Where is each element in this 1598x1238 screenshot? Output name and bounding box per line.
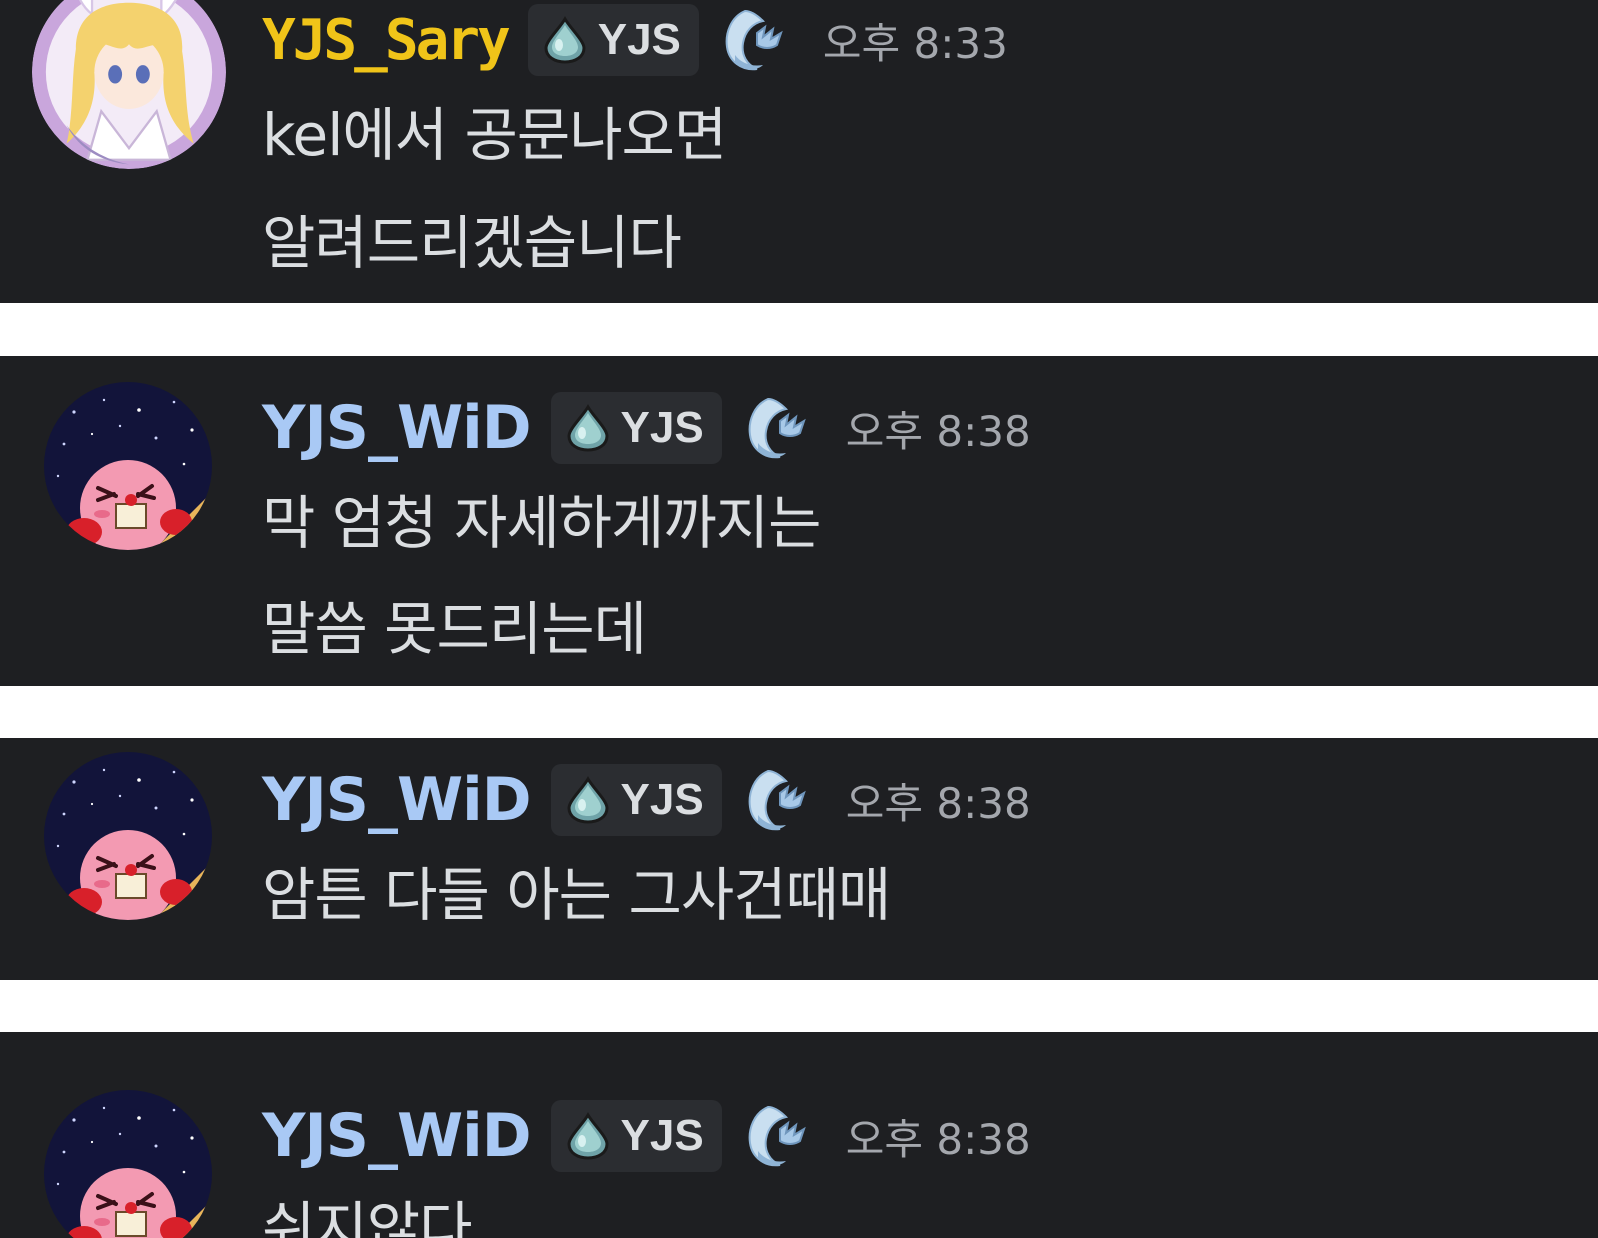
wave-icon[interactable] bbox=[717, 5, 787, 75]
message-header: YJS_Sary YJS 오후 8:33 bbox=[262, 0, 1008, 80]
avatar-image bbox=[32, 0, 226, 169]
avatar[interactable] bbox=[44, 752, 212, 920]
timestamp[interactable]: 오후 8:33 bbox=[823, 10, 1008, 71]
message-text: 막 엄청 자세하게까지는 bbox=[262, 489, 821, 557]
message-text: 말씀 못드리는데 bbox=[262, 595, 647, 663]
server-tag[interactable]: YJS bbox=[550, 1100, 722, 1172]
message-header: YJS_WiD YJS 오후 8:38 bbox=[262, 760, 1031, 840]
username[interactable]: YJS_WiD bbox=[262, 765, 532, 835]
username[interactable]: YJS_WiD bbox=[262, 393, 532, 463]
water-drop-icon bbox=[563, 403, 613, 453]
message-text: 암튼 다들 아는 그사건때매 bbox=[262, 861, 891, 929]
avatar[interactable] bbox=[44, 382, 212, 550]
avatar-image bbox=[44, 1090, 212, 1238]
wave-icon[interactable] bbox=[740, 765, 810, 835]
avatar-image bbox=[44, 382, 212, 550]
message-header: YJS_WiD YJS 오후 8:38 bbox=[262, 1096, 1031, 1176]
message-text: 쉬지않다 bbox=[262, 1195, 472, 1238]
server-tag-label: YJS bbox=[620, 403, 704, 452]
avatar[interactable] bbox=[44, 1090, 212, 1238]
message-block: YJS_Sary YJS 오후 8:33 kel에서 공문나오면 알려드리겠습니… bbox=[0, 0, 1598, 303]
message-header: YJS_WiD YJS 오후 8:38 bbox=[262, 388, 1031, 468]
avatar[interactable] bbox=[32, 0, 226, 169]
server-tag[interactable]: YJS bbox=[550, 764, 722, 836]
timestamp[interactable]: 오후 8:38 bbox=[846, 770, 1031, 831]
water-drop-icon bbox=[563, 775, 613, 825]
server-tag[interactable]: YJS bbox=[550, 392, 722, 464]
wave-icon[interactable] bbox=[740, 393, 810, 463]
message-block: YJS_WiD YJS 오후 8:38 쉬지않다 bbox=[0, 1032, 1598, 1238]
username[interactable]: YJS_WiD bbox=[262, 1101, 532, 1171]
message-text: kel에서 공문나오면 bbox=[262, 101, 727, 169]
water-drop-icon bbox=[563, 1111, 613, 1161]
message-block: YJS_WiD YJS 오후 8:38 암튼 다들 아는 그사건때매 bbox=[0, 738, 1598, 980]
server-tag-label: YJS bbox=[597, 15, 681, 64]
server-tag[interactable]: YJS bbox=[527, 4, 699, 76]
timestamp[interactable]: 오후 8:38 bbox=[846, 1106, 1031, 1167]
server-tag-label: YJS bbox=[620, 1111, 704, 1160]
message-block: YJS_WiD YJS 오후 8:38 막 엄청 자세하게까지는 말씀 못드리는… bbox=[0, 356, 1598, 686]
water-drop-icon bbox=[540, 15, 590, 65]
avatar-image bbox=[44, 752, 212, 920]
server-tag-label: YJS bbox=[620, 775, 704, 824]
timestamp[interactable]: 오후 8:38 bbox=[846, 398, 1031, 459]
message-text: 알려드리겠습니다 bbox=[262, 209, 682, 277]
wave-icon[interactable] bbox=[740, 1101, 810, 1171]
username[interactable]: YJS_Sary bbox=[262, 8, 511, 73]
